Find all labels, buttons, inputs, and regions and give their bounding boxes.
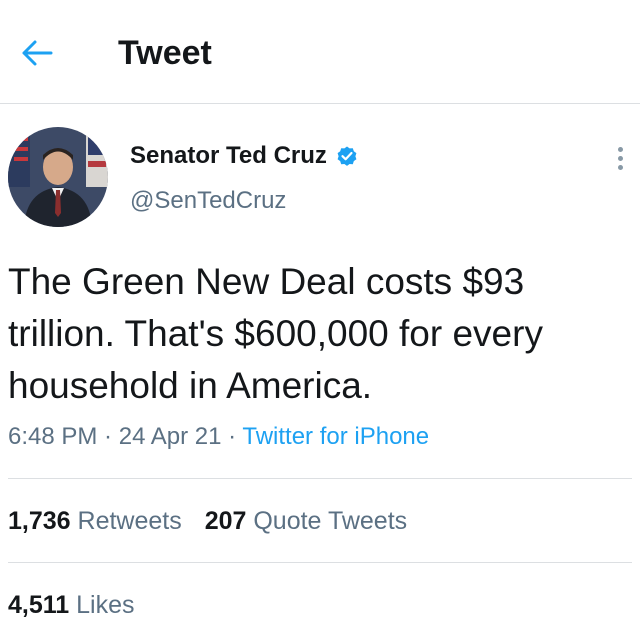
retweets-label: Retweets [77, 507, 182, 535]
quote-tweets-label: Quote Tweets [253, 507, 408, 535]
retweets-stat[interactable]: 1,736 Retweets [8, 507, 182, 535]
likes-row: 4,511 Likes [8, 589, 135, 621]
tweet-date[interactable]: 24 Apr 21 [119, 423, 222, 450]
author-name-row[interactable]: Senator Ted Cruz [130, 141, 359, 171]
page-title: Tweet [118, 34, 212, 72]
tweet-page: Tweet Senator Ted Cruz @SenTedCruz The G… [0, 0, 640, 640]
quote-tweets-count: 207 [204, 507, 247, 535]
divider [8, 478, 632, 479]
meta-separator: · [97, 423, 119, 450]
engagement-row: 1,736 Retweets 207 Quote Tweets [8, 505, 407, 537]
tweet-time[interactable]: 6:48 PM [8, 423, 97, 450]
meta-separator: · [221, 423, 243, 450]
retweets-count: 1,736 [8, 507, 71, 535]
author-display-name[interactable]: Senator Ted Cruz [130, 141, 327, 171]
author-handle[interactable]: @SenTedCruz [130, 186, 286, 216]
top-bar: Tweet [0, 0, 640, 104]
more-dot-icon [617, 164, 623, 170]
divider [8, 562, 632, 563]
more-dot-icon [617, 155, 623, 161]
back-arrow-icon [22, 40, 53, 66]
tweet-source-link[interactable]: Twitter for iPhone [242, 423, 429, 450]
likes-stat[interactable]: 4,511 Likes [8, 591, 135, 619]
tweet-meta: 6:48 PM · 24 Apr 21 · Twitter for iPhone [8, 421, 429, 453]
more-dot-icon [617, 146, 623, 152]
more-options-button[interactable] [608, 140, 632, 176]
likes-count: 4,511 [8, 591, 70, 619]
verified-badge-icon [335, 144, 359, 168]
back-button[interactable] [18, 34, 56, 72]
quote-tweets-stat[interactable]: 207 Quote Tweets [205, 507, 407, 535]
avatar[interactable] [8, 127, 108, 227]
tweet-text: The Green New Deal costs $93 trillion. T… [8, 261, 543, 406]
avatar-image [8, 127, 108, 227]
likes-label: Likes [76, 591, 135, 619]
